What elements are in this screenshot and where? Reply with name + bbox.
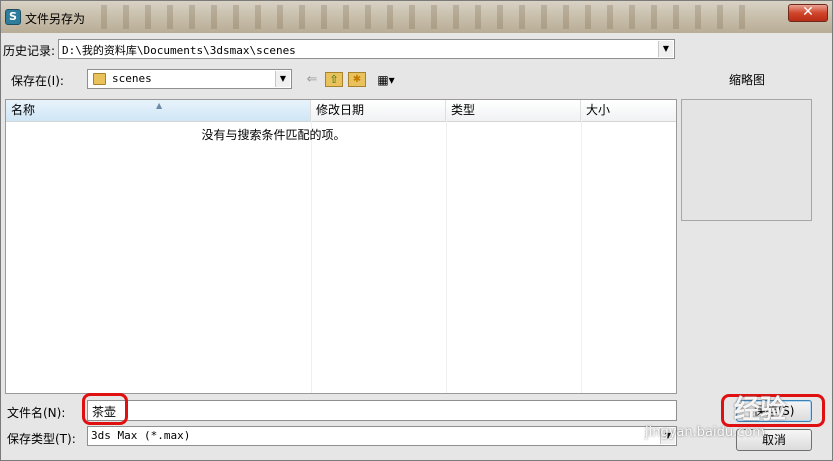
up-folder-icon[interactable]: ⇧ [325, 72, 343, 87]
column-header-name[interactable]: 名称 ▲ [6, 100, 311, 121]
chevron-down-icon[interactable]: ▼ [275, 71, 290, 87]
watermark-logo: 经验 [734, 395, 787, 425]
thumbnail-label: 缩略图 [729, 73, 766, 87]
window-title: 文件另存为 [25, 12, 86, 26]
column-header-size[interactable]: 大小 [581, 100, 676, 121]
column-header-label: 名称 [11, 103, 36, 117]
watermark-url: jingyan.baidu.com [645, 425, 765, 440]
save-in-label: 保存在(I): [11, 74, 64, 88]
column-header-type[interactable]: 类型 [446, 100, 581, 121]
history-value: D:\我的资料库\Documents\3dsmax\scenes [62, 44, 296, 57]
view-menu-icon[interactable]: ▦▾ [371, 71, 401, 89]
chevron-down-icon[interactable]: ▼ [658, 41, 673, 57]
highlight-box-filename [82, 393, 128, 425]
back-arrow-icon[interactable]: ⇐ [304, 71, 320, 89]
column-header-modified[interactable]: 修改日期 [311, 100, 446, 121]
filename-label: 文件名(N): [7, 406, 66, 420]
column-divider [581, 121, 582, 393]
file-list[interactable]: 名称 ▲ 修改日期 类型 大小 没有与搜索条件匹配的项。 [5, 99, 677, 394]
history-combobox[interactable]: D:\我的资料库\Documents\3dsmax\scenes ▼ [58, 39, 675, 59]
file-list-header: 名称 ▲ 修改日期 类型 大小 [6, 100, 676, 122]
save-as-dialog: S 文件另存为 ✕ 历史记录: D:\我的资料库\Documents\3dsma… [0, 0, 833, 461]
sort-ascending-icon: ▲ [156, 101, 163, 110]
filetype-combobox[interactable]: 3ds Max (*.max) ▼ [87, 426, 677, 446]
app-icon: S [5, 9, 21, 25]
column-divider [446, 121, 447, 393]
save-in-value: scenes [112, 72, 152, 85]
history-label: 历史记录: [3, 44, 56, 58]
title-bar[interactable]: S 文件另存为 ✕ [1, 1, 832, 33]
save-in-combobox[interactable]: scenes ▼ [87, 69, 292, 89]
title-bar-pattern [101, 5, 751, 29]
filetype-value: 3ds Max (*.max) [91, 429, 191, 442]
new-folder-icon[interactable]: ✱ [348, 72, 366, 87]
filename-input[interactable]: 茶壶 [87, 400, 677, 421]
thumbnail-preview [681, 99, 812, 221]
filetype-label: 保存类型(T): [7, 432, 76, 446]
column-divider [311, 121, 312, 393]
empty-message: 没有与搜索条件匹配的项。 [201, 128, 346, 142]
close-button[interactable]: ✕ [788, 4, 828, 22]
folder-icon [93, 73, 106, 85]
